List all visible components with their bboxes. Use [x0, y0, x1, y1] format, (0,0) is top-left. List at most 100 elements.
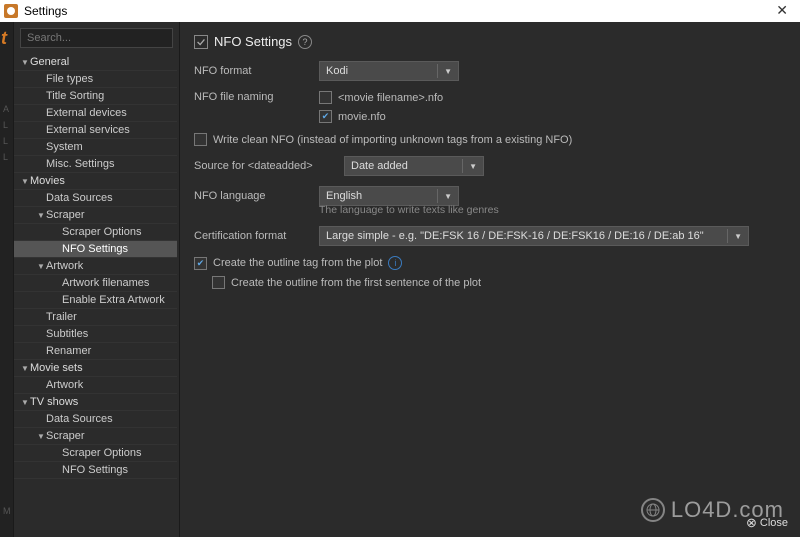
tree-expander-icon: ▼ [20, 58, 30, 67]
sidebar-item-data-sources[interactable]: Data Sources [14, 190, 177, 207]
brand-mark: t [1, 28, 7, 49]
sidebar-item-external-services[interactable]: External services [14, 122, 177, 139]
section-title: NFO Settings [214, 34, 292, 49]
sidebar-item-general[interactable]: ▼General [14, 54, 177, 71]
sidebar-item-label: System [46, 141, 177, 153]
source-dateadded-value: Date added [351, 160, 408, 172]
naming-movienfo-checkbox[interactable] [319, 110, 332, 123]
sidebar-item-scraper[interactable]: ▼Scraper [14, 207, 177, 224]
sidebar-item-label: Data Sources [46, 192, 177, 204]
nfo-language-value: English [326, 190, 362, 202]
sidebar-item-scraper-options[interactable]: Scraper Options [14, 224, 177, 241]
left-rail: t A L L L M [0, 22, 14, 537]
write-clean-nfo-checkbox[interactable] [194, 133, 207, 146]
sidebar-item-title-sorting[interactable]: Title Sorting [14, 88, 177, 105]
sidebar-item-data-sources[interactable]: Data Sources [14, 411, 177, 428]
sidebar-item-label: Enable Extra Artwork [62, 294, 177, 306]
rail-shortcuts: A L L L M [3, 102, 11, 520]
info-icon[interactable]: i [388, 256, 402, 270]
sidebar-item-nfo-settings[interactable]: NFO Settings [14, 241, 177, 258]
section-icon [194, 35, 208, 49]
tree-expander-icon: ▼ [36, 432, 46, 441]
sidebar-item-enable-extra-artwork[interactable]: Enable Extra Artwork [14, 292, 177, 309]
close-button[interactable]: ⊗ Close [746, 515, 788, 531]
titlebar: Settings ✕ [0, 0, 800, 22]
naming-moviefilename-label: <movie filename>.nfo [338, 92, 443, 104]
sidebar-item-label: General [30, 56, 177, 68]
sidebar-item-label: Scraper [46, 209, 177, 221]
sidebar-item-file-types[interactable]: File types [14, 71, 177, 88]
nfo-format-label: NFO format [194, 65, 309, 77]
window-title: Settings [24, 4, 67, 18]
sidebar-item-label: Title Sorting [46, 90, 177, 102]
sidebar-item-label: External devices [46, 107, 177, 119]
sidebar-item-scraper-options[interactable]: Scraper Options [14, 445, 177, 462]
sidebar-item-external-devices[interactable]: External devices [14, 105, 177, 122]
sidebar-item-nfo-settings[interactable]: NFO Settings [14, 462, 177, 479]
content-pane: NFO Settings ? NFO format Kodi ▼ NFO fil… [180, 22, 800, 537]
sidebar-item-movies[interactable]: ▼Movies [14, 173, 177, 190]
sidebar-item-label: Trailer [46, 311, 177, 323]
create-outline-checkbox[interactable] [194, 257, 207, 270]
certification-format-label: Certification format [194, 230, 309, 242]
sidebar-item-artwork[interactable]: ▼Artwork [14, 258, 177, 275]
chevron-down-icon: ▼ [437, 64, 452, 78]
nfo-language-label: NFO language [194, 190, 309, 202]
sidebar-item-label: Movies [30, 175, 177, 187]
sidebar-item-label: Scraper Options [62, 447, 177, 459]
nfo-language-dropdown[interactable]: English ▼ [319, 186, 459, 206]
sidebar-item-scraper[interactable]: ▼Scraper [14, 428, 177, 445]
tree-expander-icon: ▼ [36, 211, 46, 220]
globe-icon [641, 498, 665, 522]
sidebar-item-label: External services [46, 124, 177, 136]
nfo-format-dropdown[interactable]: Kodi ▼ [319, 61, 459, 81]
certification-format-value: Large simple - e.g. "DE:FSK 16 / DE:FSK-… [326, 230, 704, 242]
chevron-down-icon: ▼ [462, 159, 477, 173]
sidebar-item-subtitles[interactable]: Subtitles [14, 326, 177, 343]
sidebar-item-renamer[interactable]: Renamer [14, 343, 177, 360]
sidebar-item-label: File types [46, 73, 177, 85]
sidebar-item-label: NFO Settings [62, 464, 177, 476]
sidebar-item-label: Subtitles [46, 328, 177, 340]
sidebar-item-artwork-filenames[interactable]: Artwork filenames [14, 275, 177, 292]
naming-moviefilename-checkbox[interactable] [319, 91, 332, 104]
sidebar-item-tv-shows[interactable]: ▼TV shows [14, 394, 177, 411]
sidebar-item-system[interactable]: System [14, 139, 177, 156]
sidebar: ▼GeneralFile typesTitle SortingExternal … [14, 22, 180, 537]
sidebar-item-label: TV shows [30, 396, 177, 408]
sidebar-item-label: Misc. Settings [46, 158, 177, 170]
sidebar-item-label: Artwork [46, 260, 177, 272]
sidebar-item-label: Movie sets [30, 362, 177, 374]
nfo-format-value: Kodi [326, 65, 348, 77]
chevron-down-icon: ▼ [437, 189, 452, 203]
search-input[interactable] [20, 28, 173, 48]
sidebar-item-trailer[interactable]: Trailer [14, 309, 177, 326]
tree-expander-icon: ▼ [20, 177, 30, 186]
sidebar-item-label: Artwork filenames [62, 277, 177, 289]
sidebar-item-misc-settings[interactable]: Misc. Settings [14, 156, 177, 173]
nfo-language-hint: The language to write texts like genres [319, 204, 786, 216]
sidebar-item-label: NFO Settings [62, 243, 177, 255]
sidebar-item-movie-sets[interactable]: ▼Movie sets [14, 360, 177, 377]
sidebar-item-artwork[interactable]: Artwork [14, 377, 177, 394]
sidebar-item-label: Data Sources [46, 413, 177, 425]
sidebar-item-label: Renamer [46, 345, 177, 357]
outline-first-sentence-label: Create the outline from the first senten… [231, 277, 481, 289]
chevron-down-icon: ▼ [727, 229, 742, 243]
sidebar-item-label: Artwork [46, 379, 177, 391]
help-icon[interactable]: ? [298, 35, 312, 49]
close-icon: ⊗ [746, 515, 757, 531]
source-dateadded-dropdown[interactable]: Date added ▼ [344, 156, 484, 176]
write-clean-nfo-label: Write clean NFO (instead of importing un… [213, 134, 572, 146]
section-header: NFO Settings ? [194, 34, 786, 49]
nav-tree[interactable]: ▼GeneralFile typesTitle SortingExternal … [14, 54, 179, 537]
tree-expander-icon: ▼ [20, 398, 30, 407]
sidebar-item-label: Scraper [46, 430, 177, 442]
tree-expander-icon: ▼ [36, 262, 46, 271]
outline-first-sentence-checkbox[interactable] [212, 276, 225, 289]
window-close-button[interactable]: ✕ [770, 2, 794, 19]
create-outline-label: Create the outline tag from the plot [213, 257, 382, 269]
certification-format-dropdown[interactable]: Large simple - e.g. "DE:FSK 16 / DE:FSK-… [319, 226, 749, 246]
naming-movienfo-label: movie.nfo [338, 111, 386, 123]
tree-expander-icon: ▼ [20, 364, 30, 373]
